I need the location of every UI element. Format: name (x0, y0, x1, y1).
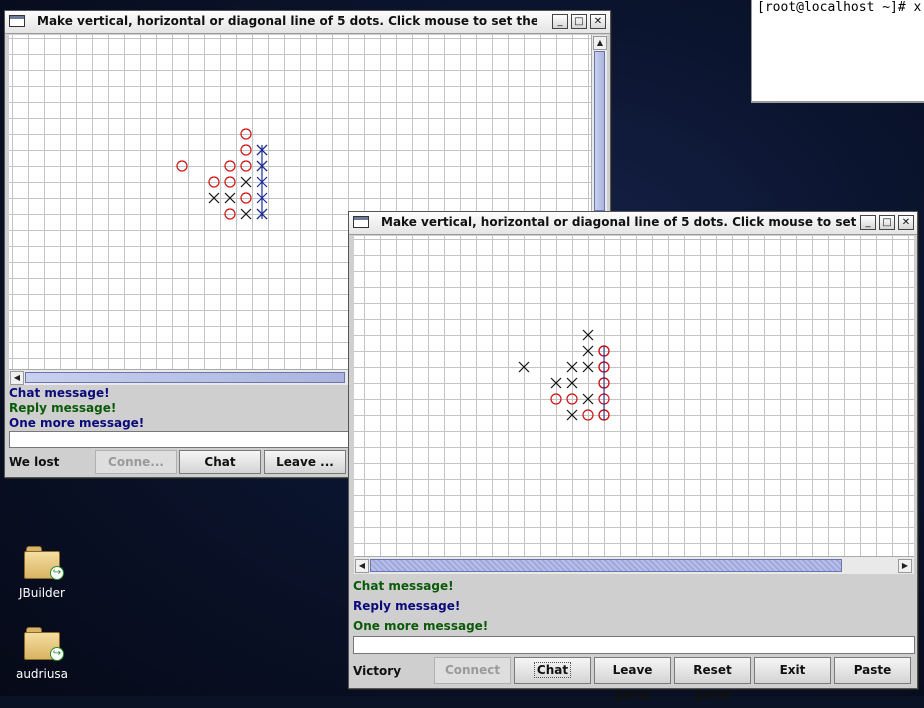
title-bar[interactable]: Make vertical, horizontal or diagonal li… (349, 212, 917, 235)
title-bar[interactable]: Make vertical, horizontal or diagonal li… (5, 11, 610, 34)
o-mark (176, 160, 188, 172)
o-mark (240, 128, 252, 140)
desktop-icon-label: audriusa (15, 667, 69, 681)
button-label: Leave ... (276, 455, 334, 469)
x-mark (582, 393, 594, 405)
paste-button[interactable]: Paste (834, 657, 911, 684)
o-mark (240, 144, 252, 156)
x-mark (208, 192, 220, 204)
desktop-icon-audriusa[interactable]: ↪ audriusa (7, 627, 77, 681)
o-mark (208, 176, 220, 188)
reset-game-button[interactable]: Reset game (674, 657, 751, 702)
scroll-up-arrow[interactable]: ▲ (593, 36, 607, 50)
x-mark (582, 345, 594, 357)
o-mark (224, 176, 236, 188)
o-mark (240, 192, 252, 204)
chat-message: Chat message! (353, 579, 454, 593)
game-window-victory[interactable]: Make vertical, horizontal or diagonal li… (348, 211, 918, 702)
scroll-thumb[interactable] (370, 559, 842, 572)
game-status: We lost (9, 455, 60, 469)
connect-button[interactable]: Conne... (95, 450, 177, 474)
o-mark (240, 160, 252, 172)
x-mark (240, 208, 252, 220)
folder-icon: ↪ (24, 546, 64, 580)
chat-message: Reply message! (353, 599, 461, 613)
chat-button[interactable]: Chat (514, 657, 591, 684)
button-label: Conne... (108, 455, 164, 469)
maximize-button[interactable]: □ (879, 215, 895, 230)
x-mark (240, 176, 252, 188)
button-label: Chat (533, 662, 572, 678)
window-icon (9, 15, 25, 27)
leave-button[interactable]: Leave ... (264, 450, 346, 474)
scroll-left-arrow[interactable]: ◀ (10, 371, 24, 385)
button-label: Exit (779, 663, 806, 677)
leave-game-button[interactable]: Leave game (594, 657, 671, 702)
button-label: Paste (853, 663, 892, 677)
horizontal-scrollbar[interactable]: ◀ ▶ (354, 556, 914, 574)
exit-button[interactable]: Exit (754, 657, 831, 684)
game-board[interactable] (354, 236, 914, 556)
x-mark (550, 377, 562, 389)
chat-message: Chat message! (9, 386, 110, 400)
minimize-button[interactable]: _ (860, 215, 876, 230)
game-status: Victory (353, 664, 402, 678)
close-button[interactable]: ✕ (898, 215, 914, 230)
o-mark (224, 160, 236, 172)
o-mark (582, 409, 594, 421)
x-mark (224, 192, 236, 204)
scroll-left-arrow[interactable]: ◀ (355, 559, 369, 573)
window-title: Make vertical, horizontal or diagonal li… (37, 14, 537, 28)
chat-input[interactable] (353, 636, 915, 654)
o-mark (550, 393, 562, 405)
x-mark (566, 377, 578, 389)
chat-message: One more message! (353, 619, 489, 633)
scroll-right-arrow[interactable]: ▶ (898, 559, 912, 573)
button-label: Leave game (612, 663, 653, 702)
chat-message: One more message! (9, 416, 145, 430)
desktop-icon-label: JBuilder (19, 586, 65, 600)
connect-button[interactable]: Connect (434, 657, 511, 684)
button-label: Chat (204, 455, 236, 469)
terminal-window[interactable]: [root@localhost ~]# x (751, 0, 924, 103)
x-mark (582, 329, 594, 341)
x-mark (566, 409, 578, 421)
terminal-prompt: [root@localhost ~]# x (757, 0, 922, 15)
x-mark (582, 361, 594, 373)
minimize-button[interactable]: _ (552, 14, 568, 29)
button-label: Connect (444, 663, 501, 677)
button-label: Reset game (693, 663, 732, 702)
chat-message: Reply message! (9, 401, 117, 415)
scroll-thumb[interactable] (25, 372, 345, 383)
window-title: Make vertical, horizontal or diagonal li… (381, 215, 856, 229)
scroll-thumb[interactable] (594, 51, 605, 211)
chat-button[interactable]: Chat (179, 450, 261, 474)
x-mark (566, 361, 578, 373)
folder-icon: ↪ (24, 627, 64, 661)
x-mark (518, 361, 530, 373)
o-mark (566, 393, 578, 405)
maximize-button[interactable]: □ (571, 14, 587, 29)
o-mark (224, 208, 236, 220)
desktop-icon-jbuilder[interactable]: ↪ JBuilder (7, 546, 77, 600)
window-icon (353, 216, 369, 228)
close-button[interactable]: ✕ (590, 14, 606, 29)
